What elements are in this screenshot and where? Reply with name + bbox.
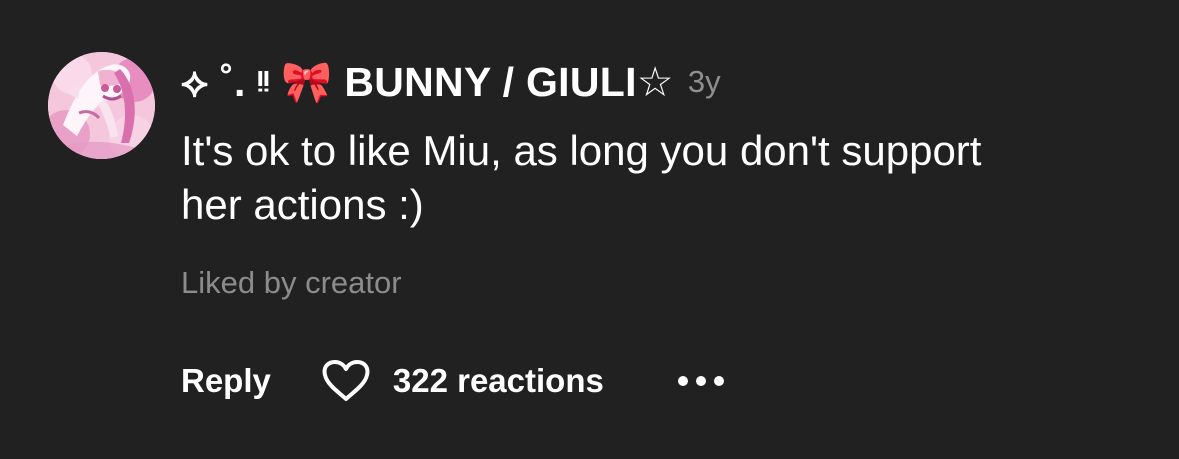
comment-body: ⟡ ˚. ᵎᵎ 🎀 BUNNY / GIULI☆ 3y It's ok to l… [181,56,1121,301]
comment-timestamp: 3y [687,64,721,99]
more-options-dot [713,376,724,386]
previous-content-clip [430,0,550,4]
comment-author-name[interactable]: ⟡ ˚. ᵎᵎ 🎀 BUNNY / GIULI☆ [181,58,674,107]
reactions-count[interactable]: 322 reactions [393,362,604,400]
more-options-dot [677,376,688,386]
heart-icon[interactable] [321,359,371,403]
reply-button[interactable]: Reply [181,362,271,400]
more-options-dot [695,376,706,386]
comment-header: ⟡ ˚. ᵎᵎ 🎀 BUNNY / GIULI☆ 3y [181,56,1121,108]
comment-text: It's ok to like Miu, as long you don't s… [181,127,982,228]
more-options-icon[interactable] [677,371,724,391]
comment-actions: Reply 322 reactions [181,358,724,404]
liked-by-creator-label: Liked by creator [181,265,402,300]
avatar[interactable] [48,52,155,159]
avatar-image [48,52,155,159]
